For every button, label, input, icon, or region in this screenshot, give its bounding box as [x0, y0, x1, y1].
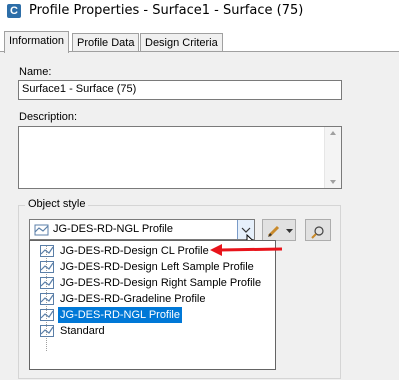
dropdown-item-label: Standard	[60, 325, 105, 337]
edit-style-icon	[267, 225, 293, 238]
title-bar: C Profile Properties - Surface1 - Surfac…	[0, 0, 399, 26]
dropdown-item[interactable]: JG-DES-RD-Gradeline Profile	[30, 291, 275, 307]
description-scrollbar[interactable]	[324, 127, 341, 188]
annotation-arrow-icon	[210, 244, 283, 256]
description-label: Description:	[19, 111, 78, 123]
profile-style-icon	[40, 309, 54, 321]
dropdown-item[interactable]: Standard	[30, 323, 275, 339]
profile-style-icon	[34, 224, 49, 236]
tab-design-criteria[interactable]: Design Criteria	[140, 33, 223, 52]
tab-profile-data[interactable]: Profile Data	[72, 33, 140, 52]
tab-label: Profile Data	[77, 37, 135, 49]
edit-style-button[interactable]	[262, 219, 296, 241]
scroll-arrows-icon	[330, 131, 336, 184]
profile-style-icon	[40, 245, 54, 257]
tab-label: Information	[9, 35, 65, 47]
object-style-combo[interactable]: JG-DES-RD-NGL Profile	[29, 219, 255, 240]
app-icon: C	[7, 4, 21, 18]
pick-style-button[interactable]	[305, 219, 331, 241]
profile-style-icon	[40, 261, 54, 273]
pick-style-icon	[311, 226, 324, 239]
tab-information[interactable]: Information	[4, 31, 70, 53]
object-style-value: JG-DES-RD-NGL Profile	[53, 223, 173, 235]
profile-style-icon	[40, 293, 54, 305]
description-input[interactable]	[18, 126, 342, 189]
object-style-label: Object style	[25, 198, 89, 210]
dropdown-item-label: JG-DES-RD-Design Left Sample Profile	[60, 261, 254, 273]
name-input[interactable]: Surface1 - Surface (75)	[18, 80, 342, 100]
dropdown-item-label: JG-DES-RD-Design CL Profile	[60, 245, 209, 257]
dropdown-item[interactable]: JG-DES-RD-Design Left Sample Profile	[30, 259, 275, 275]
dropdown-item-label: JG-DES-RD-NGL Profile	[58, 307, 182, 323]
tab-label: Design Criteria	[145, 37, 218, 49]
dropdown-item[interactable]: JG-DES-RD-Design Right Sample Profile	[30, 275, 275, 291]
dropdown-item-label: JG-DES-RD-Design Right Sample Profile	[60, 277, 262, 289]
object-style-dropdown-list[interactable]: JG-DES-RD-Design CL Profile JG-DES-RD-De…	[29, 240, 276, 370]
profile-style-icon	[40, 277, 54, 289]
window-title: Profile Properties - Surface1 - Surface …	[29, 3, 304, 18]
dropdown-item-selected[interactable]: JG-DES-RD-NGL Profile	[30, 307, 275, 323]
dropdown-item-label: JG-DES-RD-Gradeline Profile	[60, 293, 206, 305]
name-label: Name:	[19, 66, 52, 78]
profile-style-icon	[40, 325, 54, 337]
